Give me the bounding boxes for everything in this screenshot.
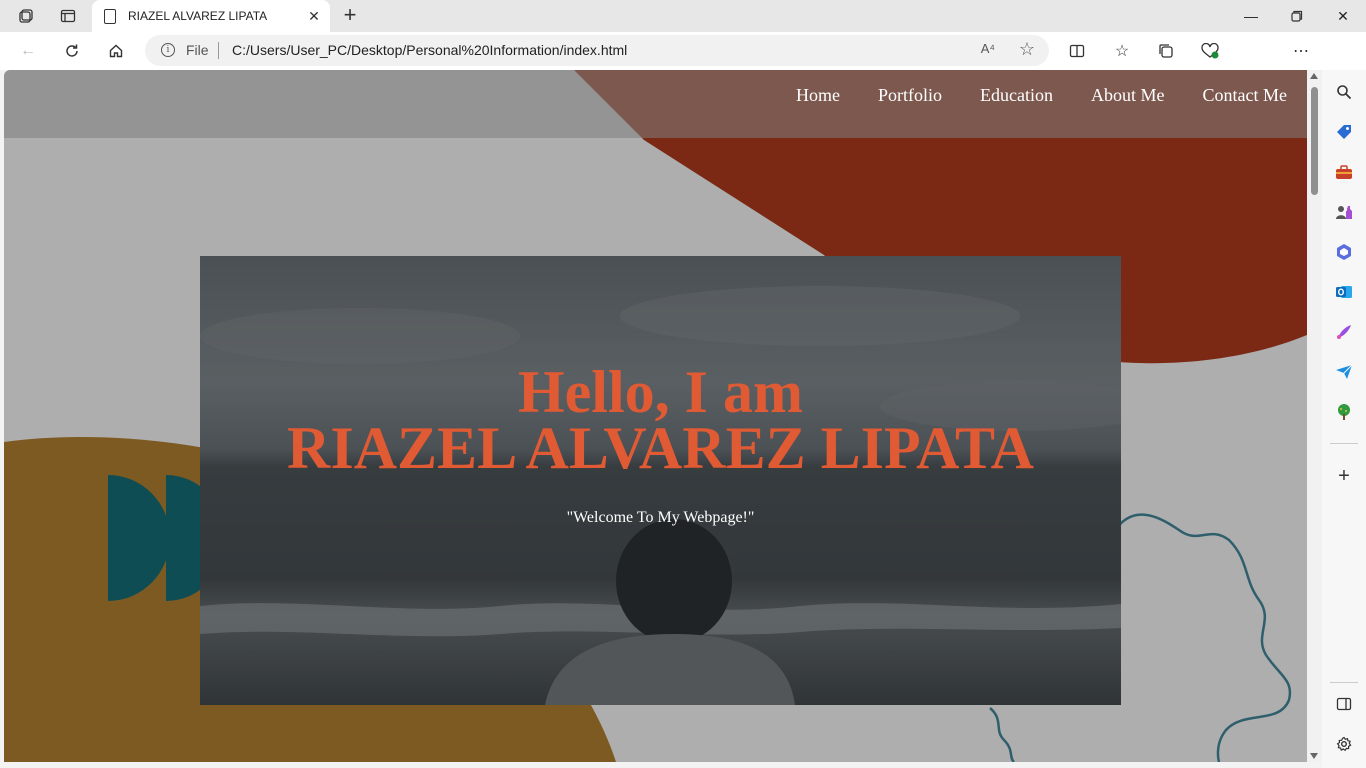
- back-icon[interactable]: ←: [16, 39, 40, 63]
- close-tab-icon[interactable]: ✕: [304, 6, 324, 26]
- shopping-icon[interactable]: [1334, 122, 1354, 142]
- page-icon: [104, 8, 116, 24]
- scroll-down-icon[interactable]: [1310, 753, 1318, 759]
- sidebar-toggle-icon[interactable]: [1334, 694, 1354, 714]
- scroll-up-icon[interactable]: [1310, 73, 1318, 79]
- read-aloud-icon[interactable]: A⁴: [981, 41, 995, 56]
- address-scheme: File: [186, 42, 209, 58]
- page-scrollbar[interactable]: [1307, 70, 1322, 762]
- workspaces-icon[interactable]: [16, 6, 36, 26]
- tab-strip: RIAZEL ALVAREZ LIPATA ✕ + — ✕: [0, 0, 1366, 32]
- hero-tagline: "Welcome To My Webpage!": [566, 509, 755, 526]
- active-tab[interactable]: RIAZEL ALVAREZ LIPATA ✕: [92, 0, 330, 32]
- nav-contact-me[interactable]: Contact Me: [1184, 84, 1287, 106]
- new-tab-icon[interactable]: +: [338, 4, 362, 28]
- favorite-star-icon[interactable]: ☆: [1019, 39, 1035, 60]
- more-icon[interactable]: ⋯: [1289, 39, 1313, 63]
- vertical-tabs-icon[interactable]: [58, 6, 78, 26]
- address-bar[interactable]: i File C:/Users/User_PC/Desktop/Personal…: [145, 35, 1049, 66]
- nav-about-me[interactable]: About Me: [1072, 84, 1184, 106]
- games-icon[interactable]: [1334, 202, 1354, 222]
- microsoft-365-icon[interactable]: [1334, 242, 1354, 262]
- nav-portfolio[interactable]: Portfolio: [859, 84, 961, 106]
- tree-icon[interactable]: [1334, 402, 1354, 422]
- hero-name: RIAZEL ALVAREZ LIPATA: [287, 415, 1034, 481]
- minimize-icon[interactable]: —: [1228, 0, 1274, 32]
- send-icon[interactable]: [1334, 362, 1354, 382]
- restore-icon[interactable]: [1274, 0, 1320, 32]
- designer-icon[interactable]: [1334, 322, 1354, 342]
- address-separator: [218, 42, 219, 59]
- search-icon[interactable]: [1334, 82, 1354, 102]
- page-viewport: Home Portfolio Education About Me Contac…: [4, 70, 1307, 762]
- split-screen-icon[interactable]: [1065, 39, 1089, 63]
- nav-education[interactable]: Education: [961, 84, 1072, 106]
- refresh-icon[interactable]: [60, 39, 84, 63]
- edge-sidebar: +: [1322, 70, 1366, 768]
- settings-icon[interactable]: [1334, 734, 1354, 754]
- scrollbar-thumb[interactable]: [1311, 87, 1318, 195]
- site-navbar: Home Portfolio Education About Me Contac…: [4, 70, 1307, 138]
- sidebar-divider: [1330, 443, 1358, 444]
- home-icon[interactable]: [104, 39, 128, 63]
- nav-home[interactable]: Home: [777, 84, 859, 106]
- sidebar-divider: [1330, 682, 1358, 683]
- tools-icon[interactable]: [1334, 162, 1354, 182]
- outlook-icon[interactable]: [1334, 282, 1354, 302]
- site-nav: Home Portfolio Education About Me Contac…: [777, 84, 1287, 106]
- hero-banner: Hello, I am RIAZEL ALVAREZ LIPATA "Welco…: [200, 256, 1121, 705]
- tab-title: RIAZEL ALVAREZ LIPATA: [128, 9, 268, 23]
- add-icon[interactable]: +: [1334, 465, 1354, 487]
- browser-toolbar: ← i File C:/Users/User_PC/Desktop/Person…: [0, 32, 1366, 96]
- favorites-icon[interactable]: ☆: [1110, 39, 1134, 63]
- browser-essentials-icon[interactable]: [1198, 39, 1222, 63]
- info-icon[interactable]: i: [161, 43, 175, 57]
- window-close-icon[interactable]: ✕: [1320, 0, 1366, 32]
- collections-icon[interactable]: [1154, 39, 1178, 63]
- address-url[interactable]: C:/Users/User_PC/Desktop/Personal%20Info…: [232, 42, 627, 58]
